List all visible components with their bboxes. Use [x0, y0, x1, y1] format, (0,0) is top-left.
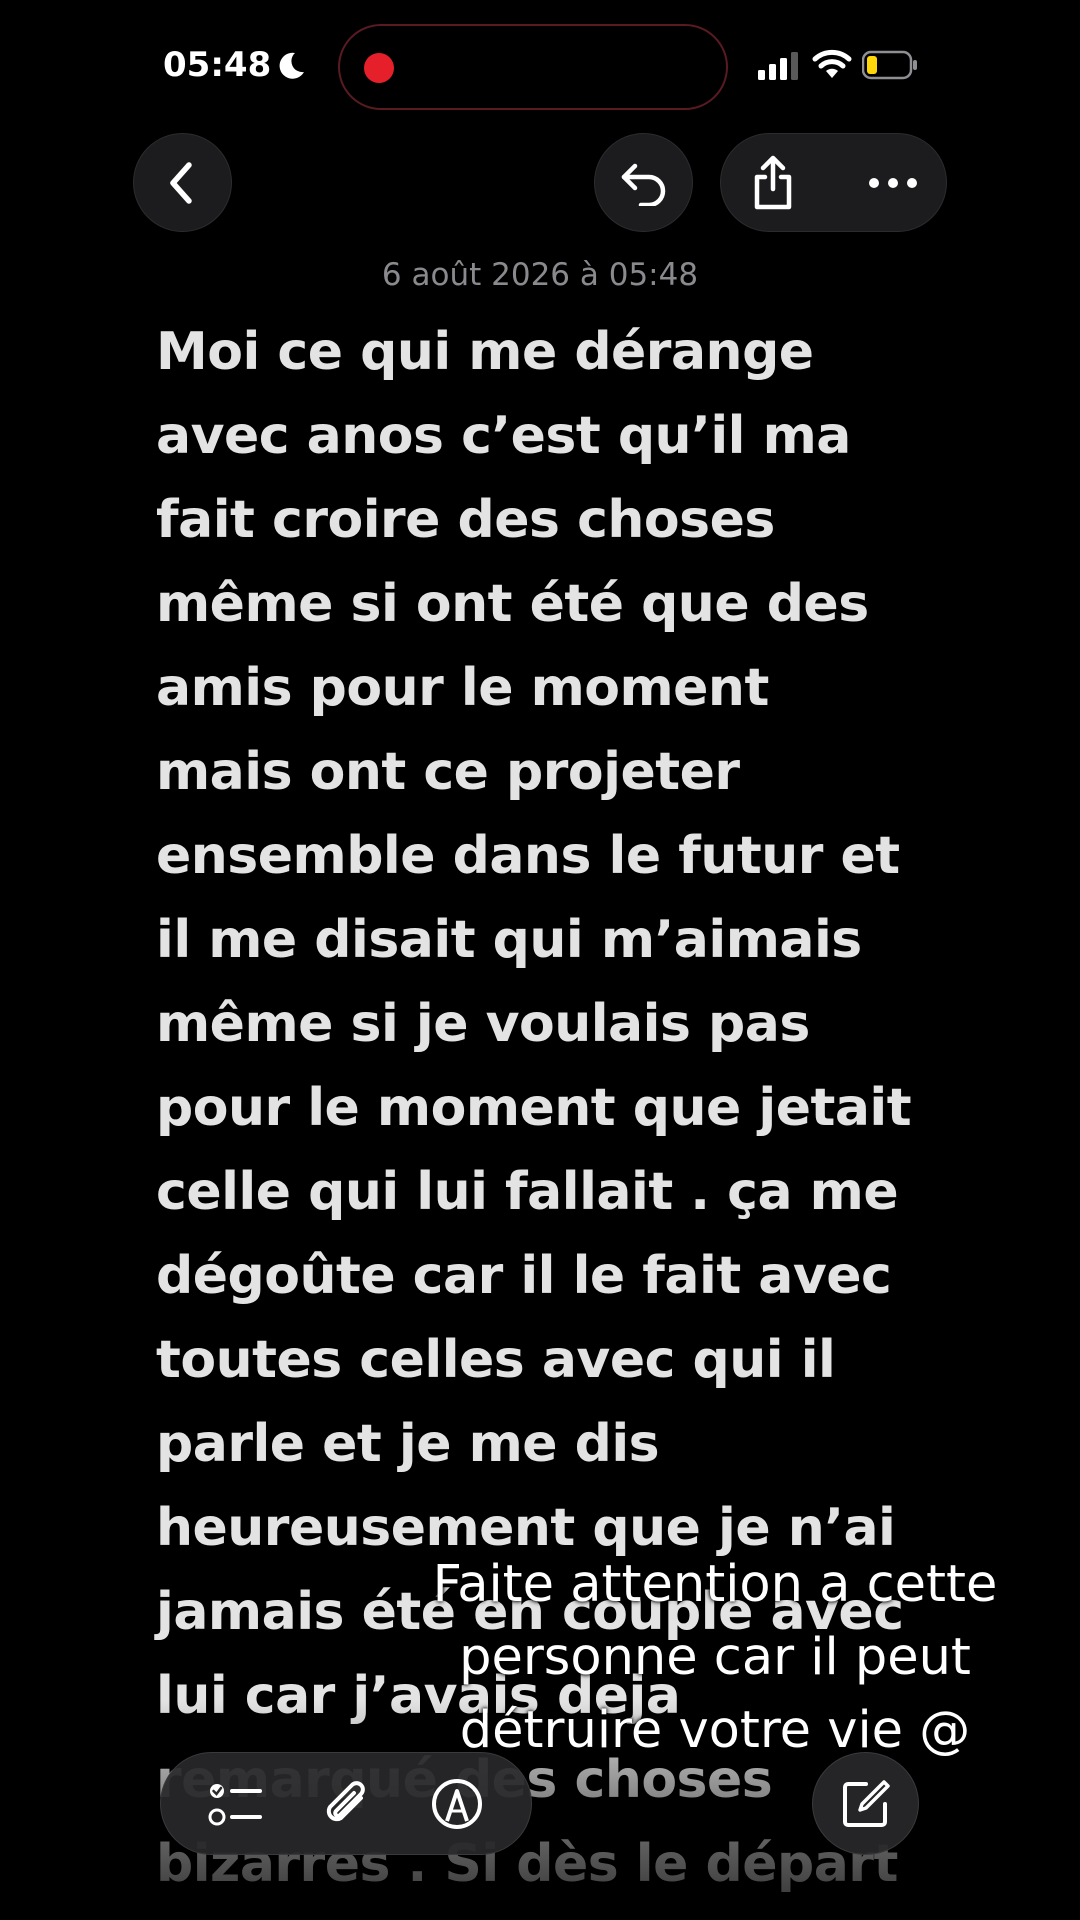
note-date: 6 août 2026 à 05:48 [381, 257, 699, 293]
moon-icon [279, 52, 304, 79]
undo-button[interactable] [594, 133, 693, 232]
back-button[interactable] [133, 133, 232, 232]
share-icon[interactable] [749, 155, 797, 211]
battery-low-icon [862, 50, 917, 80]
cellular-signal-icon [758, 52, 798, 80]
bottom-toolbar [160, 1752, 532, 1855]
undo-arrow-icon [621, 163, 665, 206]
compose-icon [842, 1779, 890, 1827]
paperclip-icon[interactable] [321, 1776, 373, 1832]
status-time: 05:48 [163, 45, 272, 85]
compose-button[interactable] [812, 1752, 919, 1855]
notes-screen: 05:48 6 août 2026 à 05:48 Moi ce qui me … [0, 0, 1080, 1920]
note-actions-group [720, 133, 947, 232]
chevron-left-icon [169, 161, 192, 204]
recording-indicator [364, 53, 394, 83]
overlay-caption: Faite attention a cette personne car il … [432, 1555, 998, 1760]
checklist-icon[interactable] [208, 1779, 264, 1829]
wifi-icon [812, 49, 852, 78]
pen-tip-icon[interactable] [430, 1777, 484, 1831]
dynamic-island[interactable] [338, 24, 728, 110]
ellipsis-icon[interactable] [868, 176, 918, 190]
